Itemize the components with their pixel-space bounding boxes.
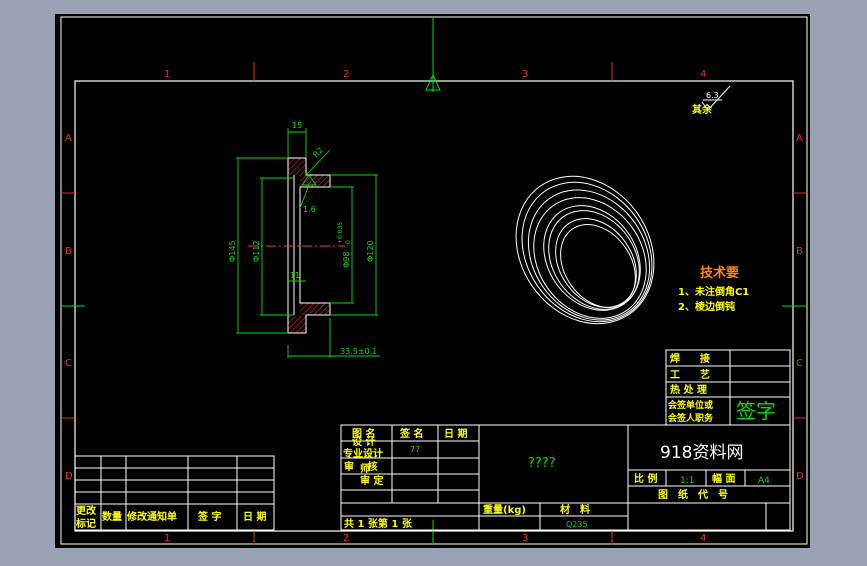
tech-req-item-2: 2、棱边倒钝: [678, 300, 735, 313]
zone-col-2-top: 2: [343, 69, 349, 80]
rev-col-date: 日 期: [243, 510, 266, 523]
signoff-role: 会签人职务: [668, 412, 714, 424]
scale-label: 比 例: [634, 472, 657, 485]
zone-col-3-bottom: 3: [522, 533, 528, 544]
size-value: A4: [758, 476, 770, 486]
zone-row-c-left: C: [65, 358, 72, 369]
design-col-date: 日 期: [444, 427, 467, 440]
part-name: ????: [528, 456, 556, 471]
dim-98: Φ98: [342, 252, 351, 268]
signoff-sign: 签字: [736, 399, 776, 423]
zone-col-1-bottom: 1: [164, 533, 170, 544]
design-row1-role-overlap: 专业设计: [343, 447, 383, 460]
sheets-label: 共 1 张第 1 张: [344, 517, 413, 530]
cad-viewport: 1 2 3 4 1 2 3 4 A B C D A B C D 15 R2 1.…: [0, 0, 867, 562]
material-label: 材 料: [560, 503, 590, 516]
zone-col-1-top: 1: [164, 69, 170, 80]
dim-length: 33.5±0.1: [340, 347, 377, 356]
zone-row-a-left: A: [65, 133, 72, 144]
tech-req-item-1: 1、未注倒角C1: [678, 285, 749, 298]
zone-col-2-bottom: 2: [343, 533, 349, 544]
zone-row-d-left: D: [65, 471, 73, 482]
zone-row-c-right: C: [796, 358, 803, 369]
size-label: 幅 面: [712, 472, 735, 485]
dim-inner-112: Φ112: [252, 240, 261, 262]
dim-120: Φ120: [366, 240, 375, 262]
design-col-sign: 签 名: [399, 427, 423, 440]
drawing-code-label: 图 纸 代 号: [658, 488, 728, 501]
rev-col-sign: 签 字: [197, 510, 221, 523]
design-row3-role: 审 定: [360, 474, 383, 487]
design-row1-role: 设 计: [352, 435, 375, 448]
signoff-heat: 热 处 理: [670, 383, 707, 396]
company-name: 918资料网: [660, 443, 743, 463]
design-row1-sign: 77: [410, 445, 420, 454]
rev-col-mark-1: 更改: [76, 504, 97, 517]
dim-outer-145: Φ145: [228, 240, 237, 262]
hatched-section-bottom-inner: [300, 303, 330, 315]
scale-value: 1:1: [680, 476, 694, 486]
weight-label: 重量(kg): [483, 503, 526, 516]
rev-col-mark-2: 标记: [75, 517, 96, 530]
tech-req-title: 技术要: [700, 265, 739, 281]
roughness-value: 6.3: [706, 91, 719, 100]
rev-col-qty: 数量: [102, 510, 122, 523]
material-value: Q235: [566, 520, 588, 529]
dim-top-15: 15: [292, 121, 302, 130]
hatched-section-top: [288, 158, 306, 175]
dim-roughness-1-6: 1.6: [303, 205, 316, 214]
zone-row-d-right: D: [796, 471, 804, 482]
dim-98-tol-upper: +0.035: [337, 222, 344, 244]
zone-col-4-bottom: 4: [700, 533, 706, 544]
design-row2-role-overlap: 师: [360, 462, 370, 475]
zone-row-a-right: A: [796, 133, 803, 144]
signoff-unit: 会签单位或: [668, 399, 713, 411]
zone-col-4-top: 4: [700, 69, 706, 80]
dim-11: 11: [290, 271, 300, 280]
zone-row-b-left: B: [65, 246, 72, 257]
rev-col-notice: 修改通知单: [126, 510, 177, 523]
zone-col-3-top: 3: [522, 69, 528, 80]
hatched-section-bottom: [288, 316, 306, 333]
dim-98-tol-lower: 0: [345, 240, 352, 244]
roughness-rest-label: 其余: [692, 103, 713, 116]
signoff-weld: 焊 接: [670, 352, 710, 365]
zone-row-b-right: B: [796, 246, 803, 257]
signoff-process: 工 艺: [670, 368, 710, 381]
